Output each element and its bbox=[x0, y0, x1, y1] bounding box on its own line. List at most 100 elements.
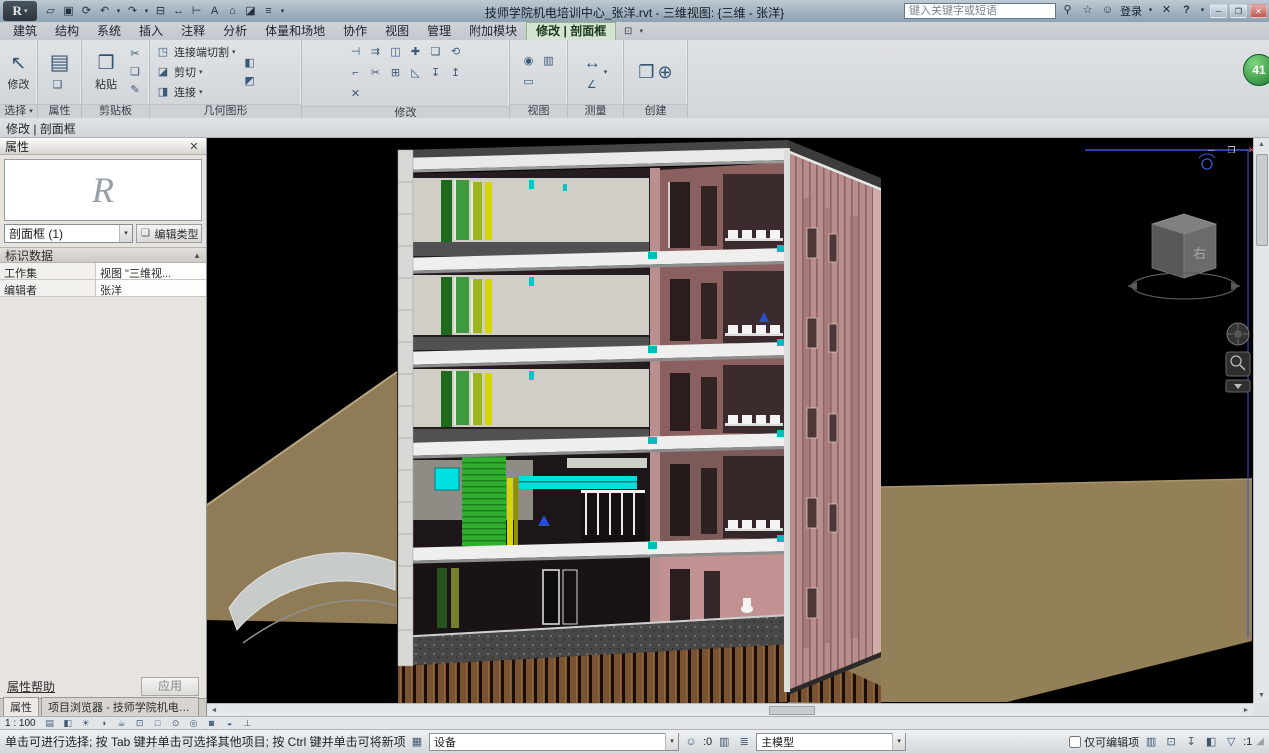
tab-addins[interactable]: 附加模块 bbox=[460, 22, 526, 40]
type-preview-image[interactable]: R bbox=[4, 159, 202, 221]
save-button[interactable]: ▣ bbox=[60, 3, 77, 20]
tab-manage[interactable]: 管理 bbox=[418, 22, 460, 40]
offset-icon[interactable]: ⇉ bbox=[367, 44, 384, 61]
active-workset-dropdown[interactable]: 设备 ▾ bbox=[429, 733, 679, 751]
array-icon[interactable]: ⊞ bbox=[387, 65, 404, 82]
tab-properties-palette[interactable]: 属性 bbox=[3, 697, 39, 716]
select-underlay-toggle[interactable]: ⊡ bbox=[1163, 734, 1179, 750]
worksets-icon[interactable]: ▦ bbox=[409, 734, 425, 750]
undo-dropdown[interactable]: ▾ bbox=[114, 3, 123, 20]
render-dialog-button[interactable]: ☕ bbox=[115, 717, 129, 729]
crop-region-visibility-button[interactable]: □ bbox=[151, 717, 165, 729]
worksharing-display-icon[interactable]: ▥ bbox=[716, 734, 732, 750]
horizontal-scroll-thumb[interactable] bbox=[769, 706, 815, 715]
design-option-dropdown[interactable]: 主模型 ▾ bbox=[756, 733, 906, 751]
properties-palette-icon[interactable]: ▤ bbox=[50, 51, 70, 75]
angle-dimension-icon[interactable]: ∠ bbox=[584, 77, 600, 93]
view-cube[interactable]: 右 bbox=[1127, 214, 1241, 299]
scale-button[interactable]: 1 : 100 bbox=[5, 718, 39, 729]
graphics-override-icon[interactable]: ▥ bbox=[540, 53, 557, 70]
filter-button[interactable]: ▽ bbox=[1223, 734, 1239, 750]
type-selector-dropdown[interactable]: 剖面框 (1) ▾ bbox=[4, 224, 133, 243]
viewcube-face-label[interactable]: 右 bbox=[1193, 246, 1206, 261]
identity-data-group-header[interactable]: 标识数据 ▲ bbox=[0, 247, 206, 263]
info-center-badge[interactable]: 41 bbox=[1243, 54, 1269, 86]
tab-annotate[interactable]: 注释 bbox=[172, 22, 214, 40]
copy-icon[interactable]: ❏ bbox=[127, 64, 143, 80]
exchange-apps-icon[interactable]: ✕ bbox=[1158, 2, 1175, 19]
favorites-star-icon[interactable]: ☆ bbox=[1079, 2, 1096, 19]
print-button[interactable]: ⊟ bbox=[152, 3, 169, 20]
ribbon-state-toggle-icon[interactable]: ⊡ bbox=[620, 24, 636, 40]
panel-label-view[interactable]: 视图 bbox=[510, 104, 567, 118]
search-icon[interactable]: ⚲ bbox=[1059, 2, 1076, 19]
measure-button[interactable]: ↔ bbox=[170, 3, 187, 20]
apply-button[interactable]: 应用 bbox=[141, 677, 199, 696]
mirror-icon[interactable]: ◫ bbox=[387, 44, 404, 61]
select-pinned-toggle[interactable]: ↧ bbox=[1183, 734, 1199, 750]
tab-modify-section-box[interactable]: 修改 | 剖面框 bbox=[526, 22, 616, 40]
tab-insert[interactable]: 插入 bbox=[130, 22, 172, 40]
tab-massing-site[interactable]: 体量和场地 bbox=[256, 22, 334, 40]
panel-label-clipboard[interactable]: 剪贴板 bbox=[82, 104, 149, 118]
edit-type-button[interactable]: ❏ 编辑类型 bbox=[136, 224, 202, 243]
rotate-icon[interactable]: ⟲ bbox=[447, 44, 464, 61]
cut-geometry-button[interactable]: ◪ 剪切 ▾ bbox=[152, 63, 239, 82]
properties-close-icon[interactable]: ✕ bbox=[187, 140, 201, 153]
tab-architecture[interactable]: 建筑 bbox=[4, 22, 46, 40]
search-input[interactable] bbox=[904, 3, 1056, 19]
customize-qat-dropdown[interactable]: ▾ bbox=[278, 3, 287, 20]
create-group-icon[interactable]: ❐ bbox=[638, 60, 654, 84]
measure-caret-icon[interactable]: ▾ bbox=[604, 68, 608, 76]
group-collapse-icon[interactable]: ▲ bbox=[193, 251, 201, 260]
undo-button[interactable]: ↶ bbox=[96, 3, 113, 20]
vertical-scrollbar[interactable]: ▲ ▼ bbox=[1253, 138, 1269, 703]
horizontal-scrollbar[interactable]: ◄ ► bbox=[207, 703, 1253, 716]
window-minimize-button[interactable]: ─ bbox=[1210, 4, 1227, 18]
select-links-toggle[interactable]: ▥ bbox=[1143, 734, 1159, 750]
section-box-rotate-handle[interactable] bbox=[1202, 159, 1212, 169]
tab-project-browser[interactable]: 项目浏览器 - 技师学院机电培训... bbox=[41, 697, 199, 716]
zoom-tool-button[interactable] bbox=[1226, 352, 1250, 376]
editable-only-checkbox[interactable] bbox=[1069, 736, 1081, 748]
text-button[interactable]: A bbox=[206, 3, 223, 20]
unlocked-3d-view-button[interactable]: ⊙ bbox=[169, 717, 183, 729]
pin-icon[interactable]: ↧ bbox=[427, 65, 444, 82]
show-constraints-button[interactable]: ⊥ bbox=[241, 717, 255, 729]
copy-tool-icon[interactable]: ❏ bbox=[427, 44, 444, 61]
tab-collaborate[interactable]: 协作 bbox=[334, 22, 376, 40]
panel-label-select[interactable]: 选择▾ bbox=[0, 104, 37, 118]
scroll-down-icon[interactable]: ▼ bbox=[1255, 689, 1269, 703]
view-restore-button[interactable]: ❐ bbox=[1225, 144, 1238, 157]
tab-systems[interactable]: 系统 bbox=[88, 22, 130, 40]
properties-help-link[interactable]: 属性帮助 bbox=[7, 678, 55, 695]
match-type-properties-icon[interactable]: ✎ bbox=[127, 82, 143, 98]
panel-label-measure[interactable]: 测量 bbox=[568, 104, 623, 118]
shadows-button[interactable]: ◑ bbox=[97, 717, 111, 729]
cut-icon[interactable]: ✂ bbox=[127, 46, 143, 62]
tab-structure[interactable]: 结构 bbox=[46, 22, 88, 40]
split-element-icon[interactable]: ✂ bbox=[367, 65, 384, 82]
detail-level-button[interactable]: ▤ bbox=[43, 717, 57, 729]
editing-requests-icon[interactable]: ☺ bbox=[683, 734, 699, 750]
section-button[interactable]: ◪ bbox=[242, 3, 259, 20]
panel-label-properties[interactable]: 属性 bbox=[38, 104, 81, 118]
properties-title-bar[interactable]: 属性 ✕ bbox=[0, 138, 206, 155]
scroll-up-icon[interactable]: ▲ bbox=[1255, 138, 1269, 152]
measure-tool-icon[interactable]: ↔ bbox=[584, 51, 601, 75]
default-3d-view-button[interactable]: ⌂ bbox=[224, 3, 241, 20]
crop-view-button[interactable]: ⊡ bbox=[133, 717, 147, 729]
split-face-icon[interactable]: ◩ bbox=[242, 73, 258, 89]
3d-section-view[interactable]: 右 bbox=[207, 138, 1253, 703]
create-similar-icon[interactable]: ⊕ bbox=[658, 60, 673, 84]
scroll-left-icon[interactable]: ◄ bbox=[207, 707, 221, 714]
drawing-area[interactable]: 右 ─ ❐ ✕ bbox=[207, 138, 1253, 703]
modify-button[interactable]: ↖ 修改 bbox=[2, 52, 35, 92]
ribbon-state-caret-icon[interactable]: ▾ bbox=[636, 24, 646, 40]
vertical-scroll-thumb[interactable] bbox=[1256, 154, 1268, 246]
aligned-dimension-button[interactable]: ⊢ bbox=[188, 3, 205, 20]
join-geometry-button[interactable]: ◨ 连接 ▾ bbox=[152, 83, 239, 102]
property-row-edited-by[interactable]: 编辑者 张洋 bbox=[0, 280, 206, 297]
thin-lines-button[interactable]: ≡ bbox=[260, 3, 277, 20]
paste-button[interactable]: ❒ 粘贴 bbox=[88, 52, 124, 92]
